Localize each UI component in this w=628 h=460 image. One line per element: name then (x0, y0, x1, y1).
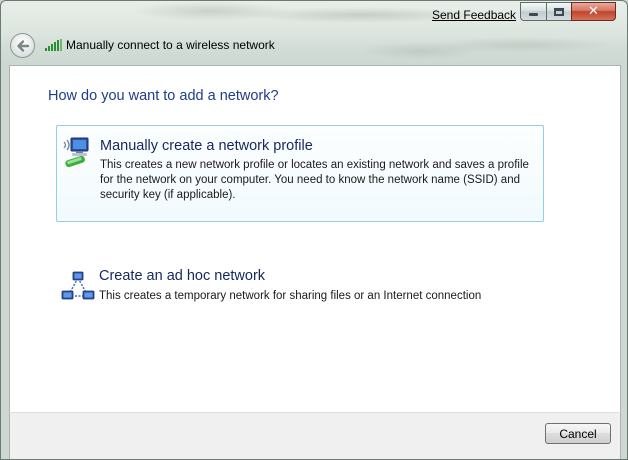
maximize-icon (554, 7, 564, 16)
ad-hoc-network-icon (61, 271, 95, 300)
page-heading: How do you want to add a network? (48, 88, 279, 104)
dialog-title: Manually connect to a wireless network (66, 38, 275, 52)
dialog-window: Send Feedback ✕ Manually connect to a wi… (0, 0, 628, 460)
ad-hoc-network-option[interactable]: Create an ad hoc network This creates a … (56, 262, 544, 312)
wireless-signal-icon (45, 39, 62, 51)
option-description: This creates a temporary network for sha… (99, 290, 482, 302)
close-button[interactable]: ✕ (571, 2, 616, 21)
caption-buttons: ✕ (520, 2, 616, 22)
minimize-icon (529, 13, 538, 16)
option-title: Manually create a network profile (100, 138, 313, 154)
navigation-bar: Manually connect to a wireless network (1, 29, 627, 65)
network-profile-icon (63, 137, 89, 168)
option-title: Create an ad hoc network (99, 268, 266, 284)
back-button[interactable] (10, 33, 35, 58)
maximize-button[interactable] (546, 2, 571, 21)
minimize-button[interactable] (520, 2, 546, 21)
title-bar[interactable]: Send Feedback ✕ (1, 1, 627, 29)
back-arrow-icon (16, 39, 29, 52)
close-icon: ✕ (588, 4, 599, 19)
dialog-footer: Cancel (9, 412, 621, 459)
option-description: This creates a new network profile or lo… (100, 159, 529, 201)
content-area: How do you want to add a network? Manual… (9, 65, 621, 412)
manual-profile-option[interactable]: Manually create a network profile This c… (56, 125, 544, 222)
cancel-button[interactable]: Cancel (545, 423, 611, 444)
send-feedback-link[interactable]: Send Feedback (432, 8, 516, 22)
